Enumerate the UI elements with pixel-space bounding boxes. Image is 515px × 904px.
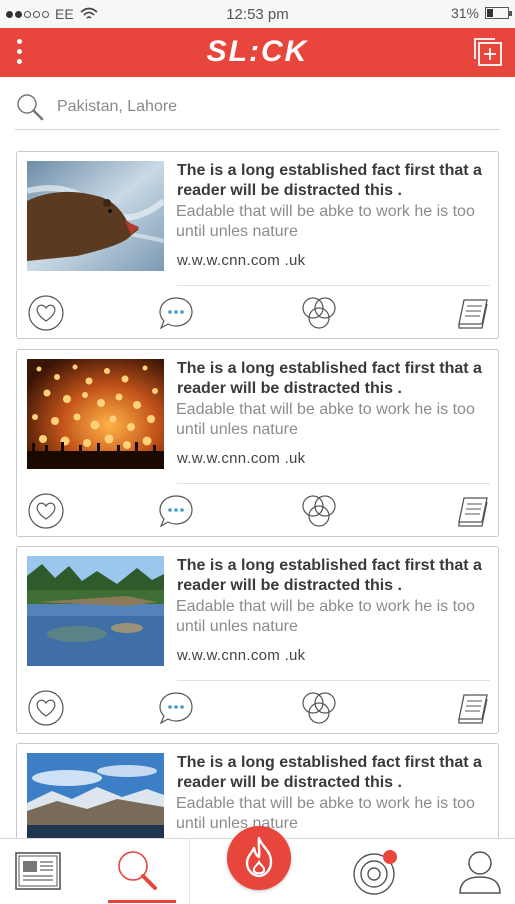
fire-icon: [245, 836, 273, 878]
comment-icon[interactable]: [157, 294, 195, 332]
profile-icon[interactable]: [455, 847, 505, 897]
circles-icon[interactable]: [300, 294, 338, 332]
card-description: Eadable that will be abke to work he is …: [176, 795, 475, 832]
battery-percent: 31%: [450, 5, 479, 21]
fire-button[interactable]: [227, 826, 291, 890]
card-source-link[interactable]: w.w.w.cnn.com .uk: [177, 252, 305, 269]
comment-icon[interactable]: [157, 689, 195, 727]
feed-card[interactable]: The is a long established fact first tha…: [16, 349, 499, 537]
add-stack-icon[interactable]: [473, 37, 503, 67]
card-divider: [177, 285, 490, 286]
tab-divider: [189, 839, 190, 904]
app-logo: SL:CK: [206, 35, 309, 68]
card-source-link[interactable]: w.w.w.cnn.com .uk: [177, 647, 305, 664]
news-icon[interactable]: [13, 847, 63, 897]
heart-icon[interactable]: [27, 294, 65, 332]
notification-dot: [383, 850, 397, 864]
card-description: Eadable that will be abke to work he is …: [176, 203, 475, 240]
heart-icon[interactable]: [27, 689, 65, 727]
card-title[interactable]: The is a long established fact first tha…: [177, 556, 492, 596]
app-header: SL:CK: [0, 28, 515, 77]
card-divider: [177, 483, 490, 484]
target-icon[interactable]: [350, 847, 400, 897]
card-thumbnail[interactable]: [27, 161, 164, 271]
card-divider: [177, 680, 490, 681]
status-bar: EE 12:53 pm 31%: [0, 0, 515, 28]
search-icon[interactable]: [15, 92, 45, 122]
card-title[interactable]: The is a long established fact first tha…: [177, 359, 492, 399]
search-input[interactable]: [57, 96, 477, 118]
card-description: Eadable that will be abke to work he is …: [176, 401, 475, 438]
card-source-link[interactable]: w.w.w.cnn.com .uk: [177, 450, 305, 467]
heart-icon[interactable]: [27, 492, 65, 530]
card-title[interactable]: The is a long established fact first tha…: [177, 753, 492, 793]
book-icon[interactable]: [454, 492, 492, 530]
card-description: Eadable that will be abke to work he is …: [176, 598, 475, 635]
circles-icon[interactable]: [300, 492, 338, 530]
card-actions: [17, 292, 498, 334]
active-tab-indicator: [108, 900, 176, 903]
feed-card[interactable]: The is a long established fact first tha…: [16, 151, 499, 339]
card-actions: [17, 687, 498, 729]
feed-card[interactable]: The is a long established fact first tha…: [16, 546, 499, 734]
battery-icon: [485, 7, 512, 19]
card-title[interactable]: The is a long established fact first tha…: [177, 161, 492, 201]
status-time: 12:53 pm: [226, 6, 289, 23]
card-thumbnail[interactable]: [27, 359, 164, 469]
status-right: 31%: [450, 5, 512, 21]
comment-icon[interactable]: [157, 492, 195, 530]
card-thumbnail[interactable]: [27, 556, 164, 666]
search-tab-icon[interactable]: [113, 847, 163, 897]
circles-icon[interactable]: [300, 689, 338, 727]
search-bar: [15, 86, 500, 130]
book-icon[interactable]: [454, 294, 492, 332]
card-actions: [17, 490, 498, 532]
book-icon[interactable]: [454, 689, 492, 727]
